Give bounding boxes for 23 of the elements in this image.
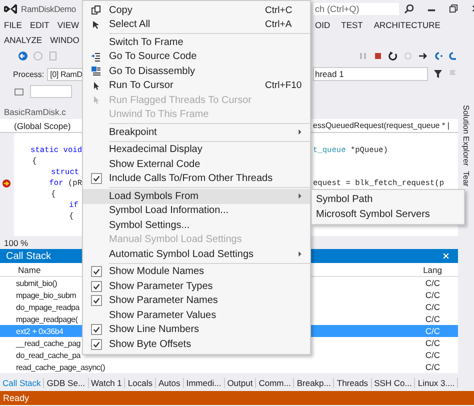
table-cell: __read_cache_pag <box>16 338 81 348</box>
table-cell: C/C <box>425 290 440 300</box>
table-cell: C/C <box>425 338 440 348</box>
table-cell: mpage_readpage( <box>16 314 78 324</box>
table-cell: C/C <box>425 350 440 360</box>
table-cell: submit_bio() <box>16 278 58 288</box>
panel-title: Call Stack <box>6 250 52 262</box>
shortcut-text: Ctrl+C <box>265 4 294 16</box>
table-cell: read_cache_page_async() <box>16 362 105 372</box>
table-cell: C/C <box>425 302 440 312</box>
table-cell: C/C <box>425 362 440 372</box>
shortcut-text: Ctrl+A <box>265 19 293 30</box>
table-cell: ext2 + 0x36b4 <box>16 326 64 336</box>
table-cell: do_mpage_readpa <box>16 302 80 312</box>
table-cell: C/C <box>425 326 440 336</box>
table-cell: mpage_bio_subm <box>16 290 76 300</box>
table-cell: C/C <box>425 278 440 288</box>
process-label: Process: <box>13 70 44 78</box>
table-cell: C/C <box>425 314 440 324</box>
window-title: RamDiskDemo <box>21 4 76 14</box>
shortcut-text: Ctrl+F10 <box>265 80 303 92</box>
table-cell: do_read_cache_pa <box>16 350 81 360</box>
status-text: Ready <box>3 393 30 403</box>
